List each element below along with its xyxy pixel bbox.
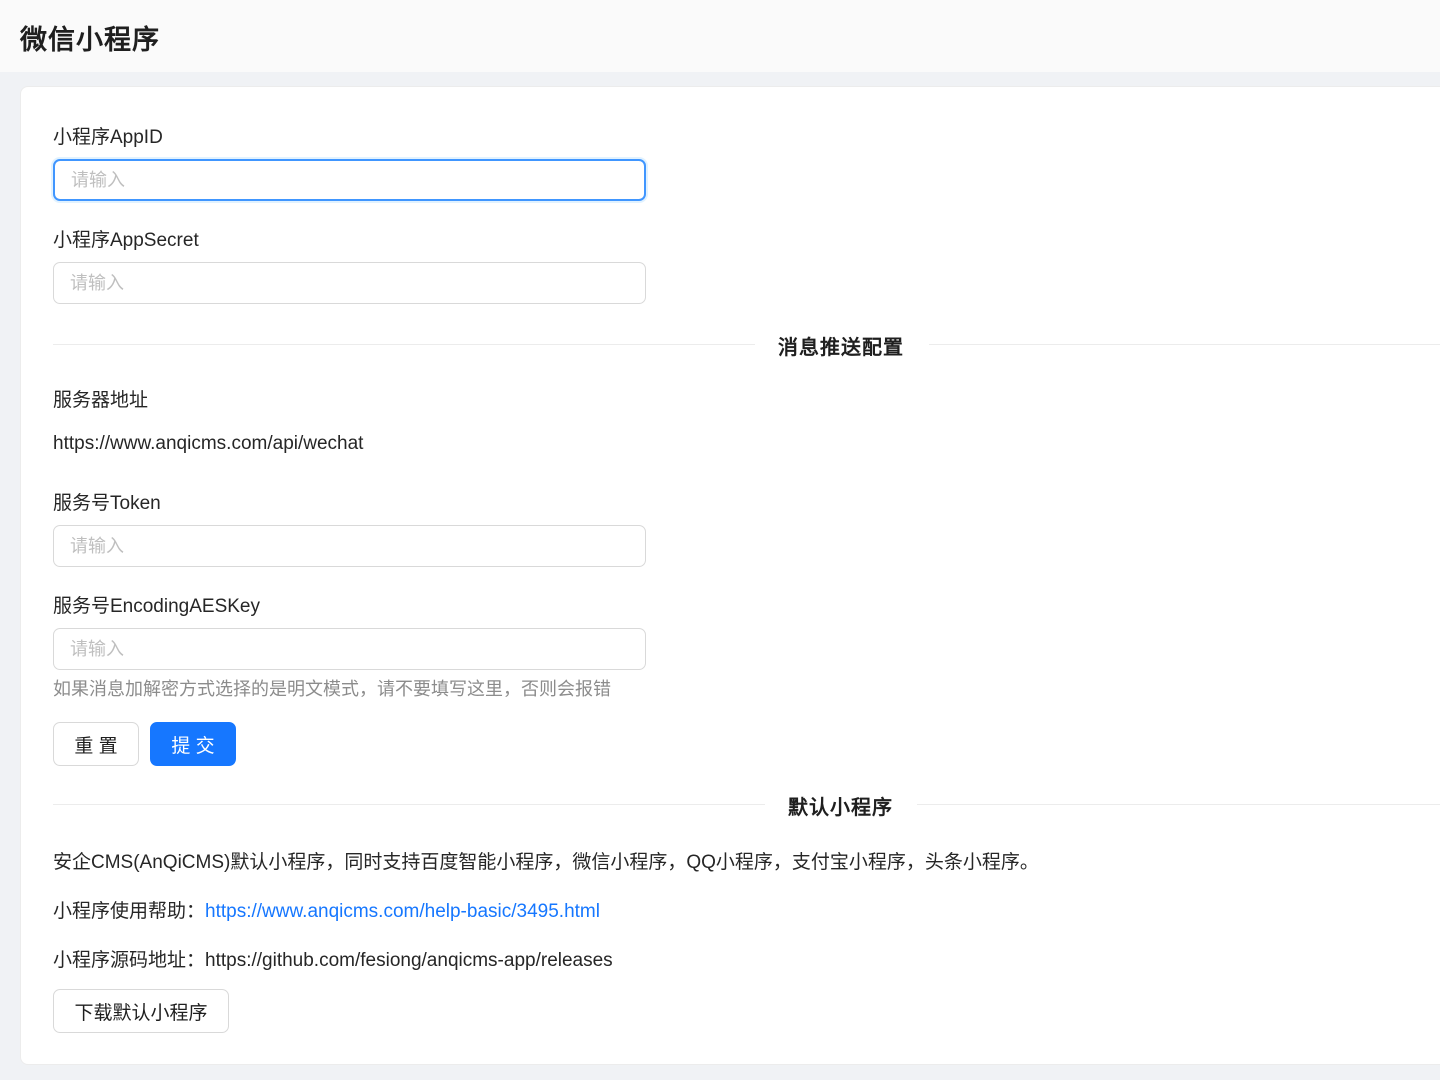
appid-input[interactable] [53,159,646,201]
help-link[interactable]: https://www.anqicms.com/help-basic/3495.… [205,901,600,922]
reset-button[interactable]: 重 置 [53,722,139,766]
token-input[interactable] [53,525,646,567]
source-prefix: 小程序源码地址： [53,950,206,971]
default-divider-line-left [53,804,765,805]
download-default-app-button[interactable]: 下载默认小程序 [53,989,229,1033]
server-address: https://www.anqicms.com/api/wechat [53,433,364,454]
push-divider-line-right [929,344,1440,345]
appid-label: 小程序AppID [53,127,163,148]
token-label: 服务号Token [53,493,161,514]
submit-button[interactable]: 提 交 [150,722,236,766]
server-label: 服务器地址 [53,390,149,411]
default-app-description: 安企CMS(AnQiCMS)默认小程序，同时支持百度智能小程序，微信小程序，QQ… [53,852,1039,873]
help-prefix: 小程序使用帮助： [53,901,206,922]
default-app-divider: 默认小程序 [788,797,893,819]
aeskey-help-text: 如果消息加解密方式选择的是明文模式，请不要填写这里，否则会报错 [53,679,611,699]
push-config-divider: 消息推送配置 [778,337,904,359]
page-header: 微信小程序 [0,0,1440,72]
appsecret-label: 小程序AppSecret [53,230,199,251]
default-divider-line-right [917,804,1440,805]
help-line: 小程序使用帮助：https://www.anqicms.com/help-bas… [53,896,600,923]
page-title: 微信小程序 [20,25,160,55]
aeskey-label: 服务号EncodingAESKey [53,596,260,617]
appsecret-input[interactable] [53,262,646,304]
push-divider-line-left [53,344,755,345]
aeskey-input[interactable] [53,628,646,670]
source-url: https://github.com/fesiong/anqicms-app/r… [205,950,613,971]
settings-card: 小程序AppID 小程序AppSecret 消息推送配置 服务器地址 https… [20,86,1440,1065]
source-line: 小程序源码地址：https://github.com/fesiong/anqic… [53,945,613,972]
